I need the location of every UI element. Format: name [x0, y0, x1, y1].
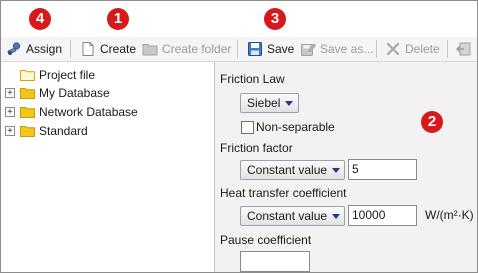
folder-icon — [20, 88, 35, 99]
create-button[interactable]: Create — [80, 37, 136, 61]
toolbar-separator — [376, 40, 377, 58]
friction-factor-label: Friction factor — [220, 141, 293, 155]
assign-label: Assign — [26, 42, 63, 56]
badge-create: 1 — [107, 8, 129, 30]
toolbar-separator — [237, 40, 238, 58]
heat-transfer-mode-dropdown[interactable]: Constant value — [240, 206, 345, 226]
toolbar-separator — [70, 40, 71, 58]
non-separable-label: Non-separable — [256, 120, 335, 134]
heat-transfer-mode-value: Constant value — [247, 209, 328, 223]
non-separable-checkbox[interactable] — [241, 121, 254, 134]
expand-icon[interactable]: + — [5, 88, 15, 98]
expand-icon[interactable]: + — [5, 107, 15, 117]
badge-panel: 2 — [421, 111, 443, 133]
heat-transfer-unit: W/(m²·K) — [425, 208, 474, 222]
delete-icon — [385, 41, 401, 57]
tree-item-network-database[interactable]: + Network Database — [1, 104, 201, 121]
folder-icon — [20, 107, 35, 118]
save-button[interactable]: Save — [247, 37, 294, 61]
create-label: Create — [100, 42, 137, 56]
friction-law-value: Siebel — [247, 96, 281, 110]
save-as-label: Save as... — [320, 42, 374, 56]
tree-item-label: Project file — [39, 68, 96, 82]
delete-button[interactable]: Delete — [385, 37, 440, 61]
heat-transfer-coefficient-input[interactable]: 10000 — [348, 205, 417, 226]
friction-law-label: Friction Law — [220, 72, 285, 86]
tree-item-standard[interactable]: + Standard — [1, 123, 201, 140]
properties-panel: Friction Law Siebel Non-separable Fricti… — [215, 62, 477, 272]
create-folder-icon — [142, 41, 158, 57]
save-as-icon — [300, 41, 316, 57]
friction-factor-mode-dropdown[interactable]: Constant value — [240, 160, 345, 180]
delete-label: Delete — [405, 42, 440, 56]
pause-coefficient-label: Pause coefficient — [220, 233, 312, 247]
assign-button[interactable]: Assign — [6, 37, 62, 61]
chevron-down-icon — [285, 100, 294, 106]
export-button[interactable]: E — [456, 37, 477, 61]
badge-save: 3 — [264, 8, 286, 30]
badge-assign: 4 — [29, 8, 51, 30]
friction-factor-mode-value: Constant value — [247, 163, 328, 177]
create-folder-button[interactable]: Create folder — [142, 37, 231, 61]
tree-item-label: Network Database — [39, 105, 138, 119]
toolbar: Assign Create Create folder Save Save as… — [1, 37, 477, 62]
save-as-button[interactable]: Save as... — [300, 37, 373, 61]
save-icon — [247, 41, 263, 57]
tree-item-my-database[interactable]: + My Database — [1, 85, 201, 102]
folder-icon — [20, 126, 35, 137]
create-folder-label: Create folder — [162, 42, 232, 56]
friction-factor-input[interactable]: 5 — [348, 159, 417, 180]
tree-item-project-file[interactable]: Project file — [1, 67, 201, 84]
save-label: Save — [267, 42, 295, 56]
expand-icon[interactable]: + — [5, 126, 15, 136]
tree-item-label: My Database — [39, 86, 110, 100]
window: 4 1 3 2 Assign Create Create folder Save… — [0, 0, 478, 273]
friction-law-dropdown[interactable]: Siebel — [240, 93, 299, 113]
pause-coefficient-input[interactable] — [240, 251, 310, 272]
create-icon — [80, 41, 96, 57]
toolbar-separator — [447, 40, 448, 58]
tree-item-label: Standard — [39, 124, 88, 138]
chevron-down-icon — [332, 167, 341, 173]
repository-tree: Project file + My Database + Network Dat… — [1, 62, 214, 272]
heat-transfer-coefficient-label: Heat transfer coefficient — [220, 186, 347, 200]
assign-icon — [6, 41, 22, 57]
folder-icon — [20, 70, 35, 81]
chevron-down-icon — [332, 213, 341, 219]
export-icon — [456, 41, 472, 57]
